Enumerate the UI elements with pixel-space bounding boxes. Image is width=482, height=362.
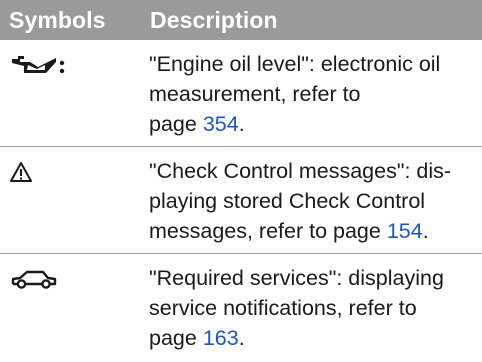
description-cell: "Check Control messages": dis- playing s…: [149, 147, 471, 253]
description-cell: "Engine oil level": electronic oil measu…: [149, 40, 471, 146]
page-link[interactable]: 163: [203, 326, 239, 350]
description-cell: "Required services": displaying service …: [149, 254, 471, 360]
table-row: "Engine oil level": electronic oil measu…: [0, 40, 482, 147]
symbols-table: Symbols Description "Engine oil level": …: [0, 0, 482, 360]
car-service-icon: [10, 268, 149, 290]
description-line: measurement, refer to: [149, 82, 361, 106]
page-link[interactable]: 154: [387, 219, 423, 243]
table-row: "Required services": displaying service …: [0, 254, 482, 360]
description-column-header: Description: [150, 6, 278, 33]
description-line: messages, refer to page 154.: [149, 219, 429, 243]
description-line: page 354.: [149, 112, 245, 136]
description-line: playing stored Check Control: [149, 189, 426, 213]
engine-oil-icon: [10, 54, 149, 76]
symbols-column-header: Symbols: [9, 6, 106, 33]
symbol-cell: [0, 147, 149, 253]
symbol-cell: [0, 254, 149, 360]
description-line: "Engine oil level": electronic oil: [149, 52, 441, 76]
table-header: Symbols Description: [0, 0, 482, 40]
description-line: service notifications, refer to: [149, 296, 417, 320]
warning-triangle-icon: [10, 161, 149, 183]
description-line: "Required services": displaying: [149, 266, 444, 290]
symbol-cell: [0, 40, 149, 146]
description-line: "Check Control messages": dis-: [149, 159, 452, 183]
page-link[interactable]: 354: [203, 112, 239, 136]
description-line: page 163.: [149, 326, 245, 350]
table-row: "Check Control messages": dis- playing s…: [0, 147, 482, 254]
